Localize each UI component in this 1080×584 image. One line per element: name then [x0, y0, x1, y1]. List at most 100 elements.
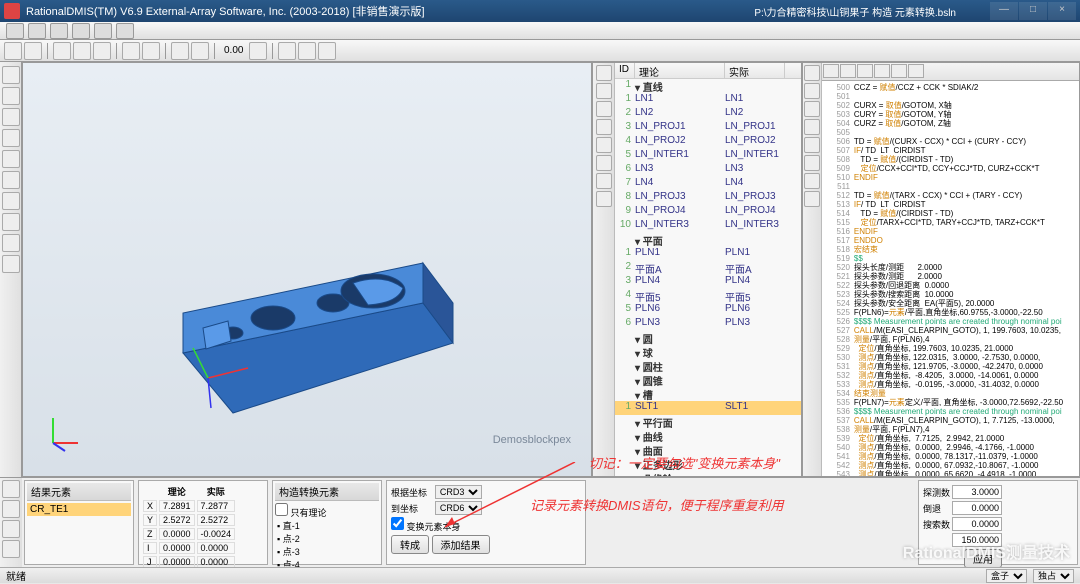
element-category[interactable]: ▾ 平面: [615, 233, 801, 247]
add-result-button[interactable]: 添加结果: [432, 535, 490, 554]
tool-a-icon[interactable]: [278, 42, 296, 60]
zoom-icon[interactable]: [191, 42, 209, 60]
code-new-icon[interactable]: [823, 64, 839, 78]
line-icon[interactable]: [2, 108, 20, 126]
col-id[interactable]: ID: [615, 63, 635, 78]
element-row[interactable]: 1SLT1SLT1: [615, 401, 801, 415]
el-sort-icon[interactable]: [596, 83, 612, 99]
element-row[interactable]: 5LN_INTER1LN_INTER1: [615, 149, 801, 163]
element-category[interactable]: ▾ 曲线: [615, 429, 801, 443]
redo-icon[interactable]: [93, 42, 111, 60]
el-filter-icon[interactable]: [596, 65, 612, 81]
menu-icon-3[interactable]: [50, 23, 68, 39]
code-editor[interactable]: 500CCZ = 赋值/CCZ + CCK * SDIAK/2501502CUR…: [822, 81, 1079, 476]
code-mark-icon[interactable]: [804, 155, 820, 171]
btab-1-icon[interactable]: [2, 480, 20, 498]
el-add-icon[interactable]: [596, 101, 612, 117]
element-row[interactable]: 2平面A平面A: [615, 261, 801, 275]
menu-icon-2[interactable]: [28, 23, 46, 39]
code-open-icon[interactable]: [840, 64, 856, 78]
element-row[interactable]: 5PLN6PLN6: [615, 303, 801, 317]
tool-c-icon[interactable]: [318, 42, 336, 60]
slot-icon[interactable]: [2, 234, 20, 252]
btab-2-icon[interactable]: [2, 500, 20, 518]
element-category[interactable]: ▾ 圆: [615, 331, 801, 345]
code-find-icon[interactable]: [804, 137, 820, 153]
element-row[interactable]: 7LN4LN4: [615, 177, 801, 191]
code-opt-icon[interactable]: [804, 191, 820, 207]
element-row[interactable]: 8LN_PROJ3LN_PROJ3: [615, 191, 801, 205]
btab-3-icon[interactable]: [2, 520, 20, 538]
element-row[interactable]: 3PLN4PLN4: [615, 275, 801, 289]
element-row[interactable]: 1PLN1PLN1: [615, 247, 801, 261]
menu-icon-4[interactable]: [72, 23, 90, 39]
measure-icon[interactable]: [122, 42, 140, 60]
probe-count-input[interactable]: [952, 485, 1002, 499]
code-copy-icon[interactable]: [891, 64, 907, 78]
element-row[interactable]: 6PLN3PLN3: [615, 317, 801, 331]
code-cut-icon[interactable]: [874, 64, 890, 78]
code-bp-icon[interactable]: [804, 119, 820, 135]
element-category[interactable]: ▾ 槽: [615, 387, 801, 401]
convert-item[interactable]: ▪ 点-2: [275, 532, 379, 545]
plane-icon[interactable]: [2, 129, 20, 147]
el-exp-icon[interactable]: [596, 191, 612, 207]
convert-item[interactable]: ▪ 直-1: [275, 519, 379, 532]
element-category[interactable]: ▾ 圆柱: [615, 359, 801, 373]
cylinder-icon[interactable]: [2, 171, 20, 189]
new-icon[interactable]: [4, 42, 22, 60]
element-list[interactable]: ID 理论 实际 1▾ 直线1LN1LN12LN2LN23LN_PROJ1LN_…: [615, 63, 801, 476]
element-category[interactable]: ▾ 正多边形: [615, 457, 801, 471]
save-icon[interactable]: [53, 42, 71, 60]
axis-icon[interactable]: [249, 42, 267, 60]
col-theory[interactable]: 理论: [635, 63, 725, 78]
maximize-button[interactable]: □: [1019, 2, 1047, 20]
point-icon[interactable]: [2, 87, 20, 105]
btab-4-icon[interactable]: [2, 540, 20, 558]
replace-elem-check[interactable]: [391, 517, 404, 530]
element-row[interactable]: 4平面5平面5: [615, 289, 801, 303]
menu-icon-1[interactable]: [6, 23, 24, 39]
convert-item[interactable]: ▪ 点-3: [275, 545, 379, 558]
code-step-icon[interactable]: [804, 101, 820, 117]
element-category[interactable]: ▾ 圆锥: [615, 373, 801, 387]
more-icon[interactable]: [2, 255, 20, 273]
el-del-icon[interactable]: [596, 119, 612, 135]
probe-icon[interactable]: [142, 42, 160, 60]
status-combo-2[interactable]: 独占: [1033, 569, 1074, 583]
element-category[interactable]: ▾ 曲面: [615, 443, 801, 457]
element-category[interactable]: ▾ 球: [615, 345, 801, 359]
code-run-icon[interactable]: [804, 65, 820, 81]
element-row[interactable]: 4LN_PROJ2LN_PROJ2: [615, 135, 801, 149]
search-input[interactable]: [952, 517, 1002, 531]
retract-input[interactable]: [952, 501, 1002, 515]
minimize-button[interactable]: —: [990, 2, 1018, 20]
sphere-icon[interactable]: [2, 213, 20, 231]
undo-icon[interactable]: [73, 42, 91, 60]
element-row[interactable]: 6LN3LN3: [615, 163, 801, 177]
3d-viewport[interactable]: Demosblockpex: [22, 62, 592, 477]
tool-b-icon[interactable]: [298, 42, 316, 60]
status-combo-1[interactable]: 盒子: [986, 569, 1027, 583]
cone-icon[interactable]: [2, 192, 20, 210]
element-category[interactable]: ▾ 平行面: [615, 415, 801, 429]
root-crd-select[interactable]: CRD3: [435, 485, 482, 499]
to-crd-select[interactable]: CRD6: [435, 501, 482, 515]
only-theory-check[interactable]: [275, 503, 288, 516]
col-actual[interactable]: 实际: [725, 63, 785, 78]
element-row[interactable]: 1LN1LN1: [615, 93, 801, 107]
close-button[interactable]: ×: [1048, 2, 1076, 20]
element-row[interactable]: 9LN_PROJ4LN_PROJ4: [615, 205, 801, 219]
menu-icon-5[interactable]: [94, 23, 112, 39]
view-icon[interactable]: [171, 42, 189, 60]
convert-button[interactable]: 转成: [391, 535, 429, 554]
element-row[interactable]: 3LN_PROJ1LN_PROJ1: [615, 121, 801, 135]
code-paste-icon[interactable]: [908, 64, 924, 78]
code-stop-icon[interactable]: [804, 83, 820, 99]
element-row[interactable]: 2LN2LN2: [615, 107, 801, 121]
el-view-icon[interactable]: [596, 173, 612, 189]
menu-icon-6[interactable]: [116, 23, 134, 39]
el-edit-icon[interactable]: [596, 137, 612, 153]
element-row[interactable]: 10LN_INTER3LN_INTER3: [615, 219, 801, 233]
code-fold-icon[interactable]: [804, 173, 820, 189]
